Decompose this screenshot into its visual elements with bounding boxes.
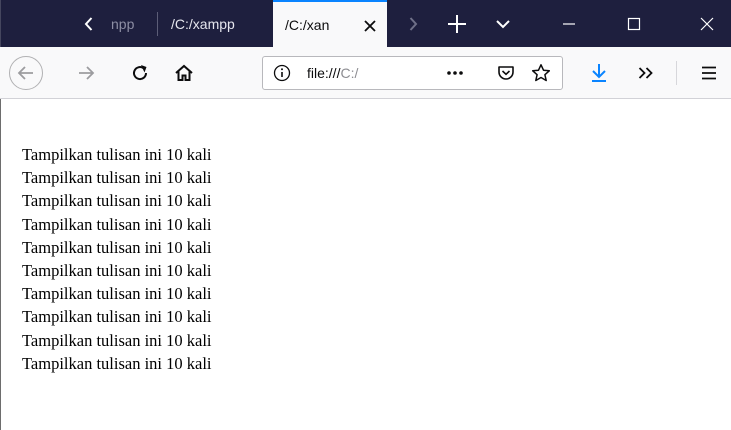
downloads-button[interactable]	[583, 57, 615, 89]
text-line: Tampilkan tulisan ini 10 kali	[22, 168, 212, 188]
close-icon	[700, 17, 714, 30]
download-arrow-icon	[592, 64, 606, 82]
reload-button[interactable]	[124, 57, 156, 89]
tab-label: /C:/xan	[285, 16, 330, 33]
text-line: Tampilkan tulisan ini 10 kali	[22, 284, 212, 304]
page-actions-button[interactable]	[443, 61, 467, 85]
chevron-right-icon	[409, 16, 418, 31]
forward-button[interactable]	[70, 57, 102, 89]
text-lines: Tampilkan tulisan ini 10 kali Tampilkan t…	[22, 143, 211, 375]
arrow-right-icon	[79, 66, 95, 80]
hamburger-menu-icon	[702, 66, 716, 80]
scroll-tabs-right-button[interactable]	[397, 0, 429, 47]
minimize-icon	[563, 22, 575, 25]
url-path: C:/	[340, 65, 359, 81]
minimize-button[interactable]	[549, 0, 589, 47]
text-line: Tampilkan tulisan ini 10 kali	[22, 307, 212, 327]
text-line: Tampilkan tulisan ini 10 kali	[22, 237, 212, 257]
url-bar[interactable]: file:///C:/	[262, 56, 563, 90]
bookmark-button[interactable]	[529, 61, 553, 85]
info-icon[interactable]	[273, 64, 291, 82]
close-window-button[interactable]	[687, 0, 727, 47]
double-chevron-icon	[638, 67, 653, 79]
text-line: Tampilkan tulisan ini 10 kali	[22, 330, 212, 350]
tab-active[interactable]: /C:/xan	[273, 0, 387, 47]
more-dots-icon	[447, 71, 463, 75]
chevron-down-icon	[496, 19, 510, 28]
plus-icon	[448, 14, 466, 33]
close-icon	[364, 19, 376, 32]
tab-close-button[interactable]	[361, 2, 379, 47]
overflow-menu-button[interactable]	[630, 57, 662, 89]
back-button[interactable]	[9, 56, 43, 90]
home-button[interactable]	[168, 57, 200, 89]
tab-strip: npp /C:/xampp /C:/xan	[0, 0, 731, 47]
tab-partial[interactable]: npp	[101, 0, 153, 47]
text-line: Tampilkan tulisan ini 10 kali	[22, 353, 212, 373]
arrow-left-icon	[17, 66, 33, 80]
text-line: Tampilkan tulisan ini 10 kali	[22, 260, 212, 280]
maximize-icon	[627, 17, 641, 30]
tab-label: /C:/xampp	[171, 15, 235, 32]
tab-separator	[157, 12, 158, 36]
text-line: Tampilkan tulisan ini 10 kali	[22, 145, 212, 164]
star-icon	[531, 64, 551, 82]
tab-xampp[interactable]: /C:/xampp	[159, 0, 269, 47]
list-all-tabs-button[interactable]	[487, 0, 519, 47]
text-line: Tampilkan tulisan ini 10 kali	[22, 214, 212, 234]
pocket-icon	[498, 66, 514, 80]
page-content: Tampilkan tulisan ini 10 kali Tampilkan t…	[0, 99, 731, 430]
open-menu-button[interactable]	[693, 57, 725, 89]
url-text[interactable]: file:///C:/	[307, 57, 395, 89]
navigation-toolbar: file:///C:/	[0, 47, 731, 99]
url-prefix: file:///	[307, 65, 341, 81]
reload-icon	[133, 65, 148, 81]
pocket-button[interactable]	[494, 61, 518, 85]
home-icon	[175, 64, 193, 81]
toolbar-separator	[676, 61, 677, 85]
tab-label: npp	[111, 15, 135, 32]
text-line: Tampilkan tulisan ini 10 kali	[22, 191, 212, 211]
maximize-button[interactable]	[614, 0, 654, 47]
new-tab-button[interactable]	[441, 0, 473, 47]
chevron-left-icon	[84, 16, 93, 31]
tab-strip-spacer	[1, 0, 69, 47]
